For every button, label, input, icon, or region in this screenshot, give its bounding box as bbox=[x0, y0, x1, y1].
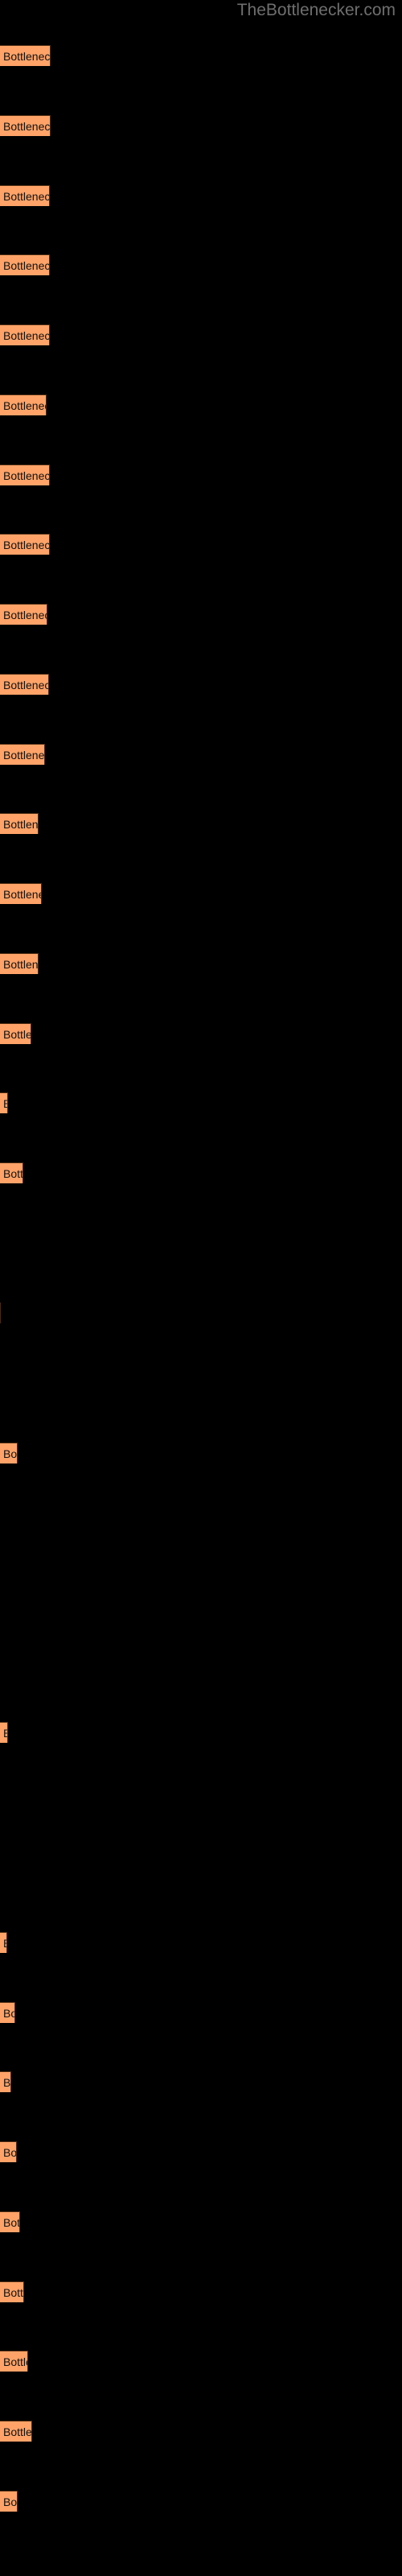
bar[interactable]: Bottleneck result bbox=[0, 604, 47, 625]
bar[interactable]: Bottleneck result bbox=[0, 1932, 7, 1953]
bar-label: Bottleneck result bbox=[3, 2425, 32, 2438]
bar-chart-plot-area: Bottleneck result Bottleneck result Bottle… bbox=[0, 0, 402, 2576]
bar-label: Bottleneck result bbox=[3, 1093, 7, 1113]
bar[interactable]: Bottleneck result bbox=[0, 2491, 18, 2512]
bar-label: Bottleneck result bbox=[3, 888, 41, 901]
bar-label: Bottleneck result bbox=[3, 2286, 24, 2299]
bar-label: Bottleneck result bbox=[3, 609, 47, 621]
bar[interactable]: Bottleneck result bbox=[0, 813, 39, 834]
bar-label: Bottleneck result bbox=[3, 2146, 17, 2159]
bar[interactable]: Bottleneck result bbox=[0, 953, 39, 974]
bar[interactable]: Bottleneck result bbox=[0, 534, 50, 555]
chart-root: TheBottlenecker.com Bottleneck resultBot… bbox=[0, 0, 402, 2576]
bar-label: Bottleneck result bbox=[3, 2076, 11, 2089]
bar-label: Bottleneck result bbox=[3, 329, 50, 342]
bar[interactable]: Bottleneck result bbox=[0, 2421, 32, 2442]
bar[interactable]: Bottleneck result bbox=[0, 2002, 15, 2023]
bar[interactable]: Bottleneck result bbox=[0, 883, 42, 904]
bar-label: Bottleneck result bbox=[3, 1028, 31, 1041]
bar[interactable]: Bottleneck result bbox=[0, 394, 47, 415]
bar-label: Bottleneck result bbox=[3, 50, 51, 63]
bar-label: Bottleneck result bbox=[3, 469, 50, 482]
bar-label: Bottleneck result bbox=[3, 1447, 18, 1460]
bar[interactable]: Bottleneck result bbox=[0, 2141, 17, 2162]
bar[interactable]: Bottleneck result bbox=[0, 2351, 28, 2372]
bar-label: Bottleneck result bbox=[3, 2496, 18, 2508]
bar[interactable]: Bottleneck result bbox=[0, 254, 50, 275]
bar-label: Bottleneck result bbox=[3, 1723, 7, 1743]
bar[interactable]: Bottleneck result bbox=[0, 45, 51, 66]
bar[interactable]: Bottleneck result bbox=[0, 1722, 8, 1743]
bar-label: Bottleneck result bbox=[3, 2007, 14, 2020]
bar[interactable]: Bottleneck result bbox=[0, 2211, 20, 2232]
bar[interactable]: Bottleneck result bbox=[0, 115, 51, 136]
bar-label: Bottleneck result bbox=[3, 958, 39, 971]
bar[interactable]: Bottleneck result bbox=[0, 744, 45, 765]
bar-label: Bottleneck result bbox=[3, 749, 45, 762]
bar-label: Bottleneck result bbox=[3, 2216, 20, 2229]
bar[interactable]: Bottleneck result bbox=[0, 1023, 31, 1044]
bar-label: Bottleneck result bbox=[3, 120, 51, 133]
bar-label: Bottleneck result bbox=[3, 399, 46, 412]
bar[interactable]: Bottleneck result bbox=[0, 324, 50, 345]
bar[interactable]: Bottleneck result bbox=[0, 1162, 23, 1183]
bar[interactable]: Bottleneck result bbox=[0, 464, 50, 485]
bar[interactable]: Bottleneck result bbox=[0, 185, 50, 206]
bar-label: Bottleneck result bbox=[3, 2355, 27, 2368]
bar-label: Bottleneck result bbox=[3, 679, 48, 691]
bar-label: Bottleneck result bbox=[3, 259, 50, 272]
bar[interactable]: Bottleneck result bbox=[0, 1302, 1, 1323]
bar-label: Bottleneck result bbox=[3, 190, 50, 203]
bar-label: Bottleneck result bbox=[3, 1167, 23, 1180]
bar[interactable]: Bottleneck result bbox=[0, 674, 49, 695]
bar[interactable]: Bottleneck result bbox=[0, 1092, 8, 1113]
bar[interactable]: Bottleneck result bbox=[0, 2281, 24, 2302]
bar-label: Bottleneck result bbox=[3, 539, 50, 551]
bar-label: Bottleneck result bbox=[3, 818, 39, 831]
bar[interactable]: Bottleneck result bbox=[0, 1443, 18, 1463]
bar-label: Bottleneck result bbox=[3, 1933, 6, 1953]
bar[interactable]: Bottleneck result bbox=[0, 2071, 11, 2092]
